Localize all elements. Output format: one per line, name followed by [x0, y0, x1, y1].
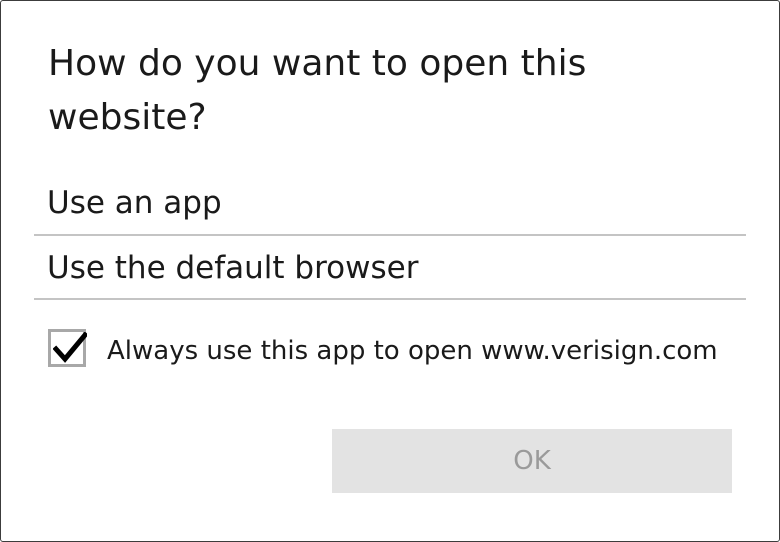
ok-button[interactable]: OK — [332, 429, 732, 493]
dialog-title: How do you want to open this website? — [48, 43, 587, 138]
option-label-use-an-app: Use an app — [47, 185, 222, 221]
open-with-dialog: How do you want to open this website? Us… — [0, 0, 780, 542]
always-use-checkbox[interactable] — [48, 329, 87, 367]
checkmark-icon — [53, 332, 87, 363]
option-use-default-browser[interactable]: Use the default browser — [34, 236, 746, 300]
always-use-checkbox-label: Always use this app to open www.verisign… — [107, 336, 718, 366]
always-use-checkbox-row[interactable]: Always use this app to open www.verisign… — [48, 328, 748, 372]
option-label-use-default-browser: Use the default browser — [47, 250, 419, 286]
divider — [34, 298, 746, 300]
option-use-an-app[interactable]: Use an app — [34, 171, 746, 235]
